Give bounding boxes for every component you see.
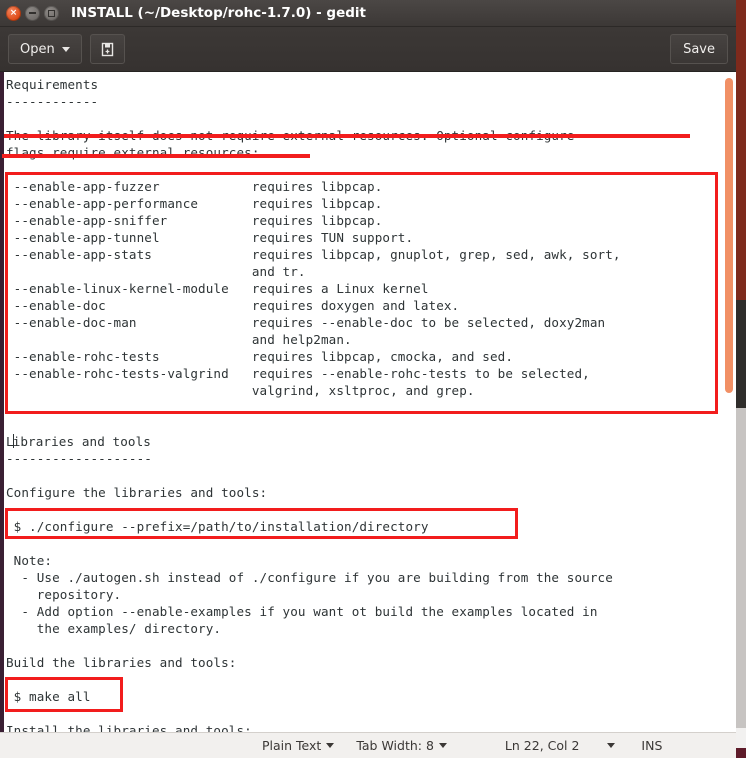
chevron-down-icon <box>61 46 70 52</box>
save-button-label: Save <box>683 41 715 57</box>
insert-mode-indicator[interactable]: INS <box>641 738 662 753</box>
document-line: --enable-rohc-tests requires libpcap, cm… <box>6 349 514 364</box>
save-button[interactable]: Save <box>670 34 728 64</box>
insert-mode-label: INS <box>641 738 663 753</box>
editor-area[interactable]: Requirements ------------ The library its… <box>0 72 736 732</box>
close-icon[interactable]: × <box>6 5 21 21</box>
document-line: --enable-app-performance requires libpca… <box>6 196 383 211</box>
tab-width-label: Tab Width: 8 <box>356 738 434 753</box>
cursor-position-label: Ln 22, Col 2 <box>504 738 580 753</box>
statusbar: Plain Text Tab Width: 8 Ln 22, Col 2 INS <box>0 732 736 758</box>
document-line: Configure the libraries and tools: <box>6 485 268 500</box>
chevron-down-icon <box>607 743 616 748</box>
document-line: $ make all <box>6 689 91 704</box>
document-line: valgrind, xsltproc, and grep. <box>6 383 475 398</box>
document-line: Requirements <box>6 77 99 92</box>
gedit-window: × INSTALL (~/Desktop/rohc-1.7.0) - gedit… <box>0 0 736 758</box>
document-line: Install the libraries and tools: <box>6 723 252 732</box>
document-line: --enable-app-stats requires libpcap, gnu… <box>6 247 621 262</box>
scrollbar-thumb[interactable] <box>725 78 733 393</box>
window-controls: × <box>0 5 59 21</box>
language-label: Plain Text <box>262 738 322 753</box>
titlebar: × INSTALL (~/Desktop/rohc-1.7.0) - gedit <box>0 0 736 27</box>
document-line: and tr. <box>6 264 306 279</box>
minimize-icon[interactable] <box>25 5 40 21</box>
document-line: --enable-app-sniffer requires libpcap. <box>6 213 383 228</box>
language-selector[interactable]: Plain Text <box>262 738 335 753</box>
vertical-scrollbar[interactable] <box>725 74 733 728</box>
tab-width-selector[interactable]: Tab Width: 8 <box>356 738 447 753</box>
document-line: - Add option --enable-examples if you wa… <box>6 604 598 619</box>
window-title: INSTALL (~/Desktop/rohc-1.7.0) - gedit <box>71 5 366 21</box>
cursor-position: Ln 22, Col 2 <box>505 738 580 753</box>
document-line: flags require external resources: <box>6 145 260 160</box>
open-button[interactable]: Open <box>8 34 82 64</box>
document-line: --enable-rohc-tests-valgrind requires --… <box>6 366 590 381</box>
new-document-icon <box>100 42 115 57</box>
document-line: ------------------- <box>6 451 152 466</box>
document-line: The library itself does not require exte… <box>6 128 575 143</box>
left-margin-strip <box>0 72 4 732</box>
document-line: --enable-app-fuzzer requires libpcap. <box>6 179 383 194</box>
document-text[interactable]: Requirements ------------ The library its… <box>4 72 736 732</box>
document-line: - Use ./autogen.sh instead of ./configur… <box>6 570 613 585</box>
document-line: ------------ <box>6 94 99 109</box>
text-caret <box>12 434 14 448</box>
document-line: --enable-app-tunnel requires TUN support… <box>6 230 414 245</box>
maximize-icon[interactable] <box>44 5 59 21</box>
document-line: $ ./configure --prefix=/path/to/installa… <box>6 519 429 534</box>
document-line: repository. <box>6 587 122 602</box>
toolbar: Open Save <box>0 27 736 72</box>
open-button-label: Open <box>20 41 55 57</box>
document-line: Build the libraries and tools: <box>6 655 237 670</box>
position-dropdown[interactable] <box>607 743 616 748</box>
document-line: Note: <box>6 553 53 568</box>
screen: × INSTALL (~/Desktop/rohc-1.7.0) - gedit… <box>0 0 746 758</box>
document-line: the examples/ directory. <box>6 621 222 636</box>
document-line: Libraries and tools <box>6 434 151 449</box>
document-line: --enable-doc requires doxygen and latex. <box>6 298 460 313</box>
new-document-button[interactable] <box>89 34 125 64</box>
chevron-down-icon <box>438 743 447 748</box>
chevron-down-icon <box>326 743 335 748</box>
document-line: --enable-doc-man requires --enable-doc t… <box>6 315 606 330</box>
document-line: --enable-linux-kernel-module requires a … <box>6 281 429 296</box>
document-line: and help2man. <box>6 332 352 347</box>
